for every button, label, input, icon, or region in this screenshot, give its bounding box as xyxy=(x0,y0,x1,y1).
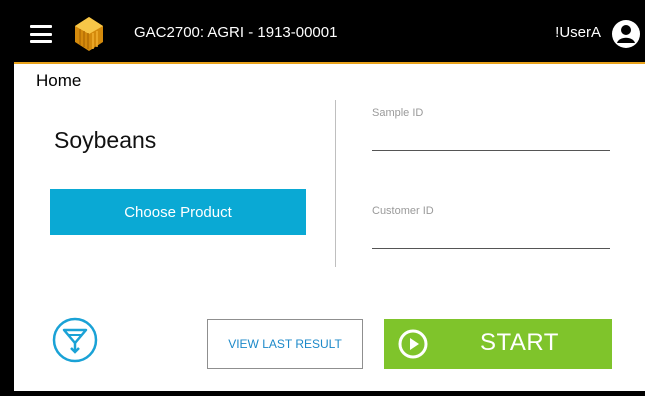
top-bar: GAC2700: AGRI - 1913-00001 !UserA xyxy=(14,6,645,64)
funnel-icon[interactable] xyxy=(52,317,98,363)
hamburger-menu-icon[interactable] xyxy=(30,25,52,43)
play-circle-icon xyxy=(398,329,428,359)
product-name: Soybeans xyxy=(54,127,157,153)
breadcrumb: Home xyxy=(36,71,82,90)
customer-id-label: Customer ID xyxy=(372,205,434,217)
divider xyxy=(335,100,336,267)
sample-id-label: Sample ID xyxy=(372,107,424,119)
sample-id-input[interactable] xyxy=(372,126,610,151)
account-circle-icon[interactable] xyxy=(611,19,641,49)
choose-product-button[interactable]: Choose Product xyxy=(50,189,306,235)
app-window: GAC2700: AGRI - 1913-00001 !UserA Home S… xyxy=(0,0,645,396)
customer-id-input[interactable] xyxy=(372,224,610,249)
app-title: GAC2700: AGRI - 1913-00001 xyxy=(134,24,338,41)
start-label: START xyxy=(480,329,559,356)
user-name[interactable]: !UserA xyxy=(555,24,601,41)
main-content: Home Soybeans Choose Product Sample ID C… xyxy=(14,64,645,391)
app-logo-icon xyxy=(75,17,103,51)
start-button[interactable]: START xyxy=(384,319,612,369)
view-last-result-button[interactable]: VIEW LAST RESULT xyxy=(207,319,363,369)
